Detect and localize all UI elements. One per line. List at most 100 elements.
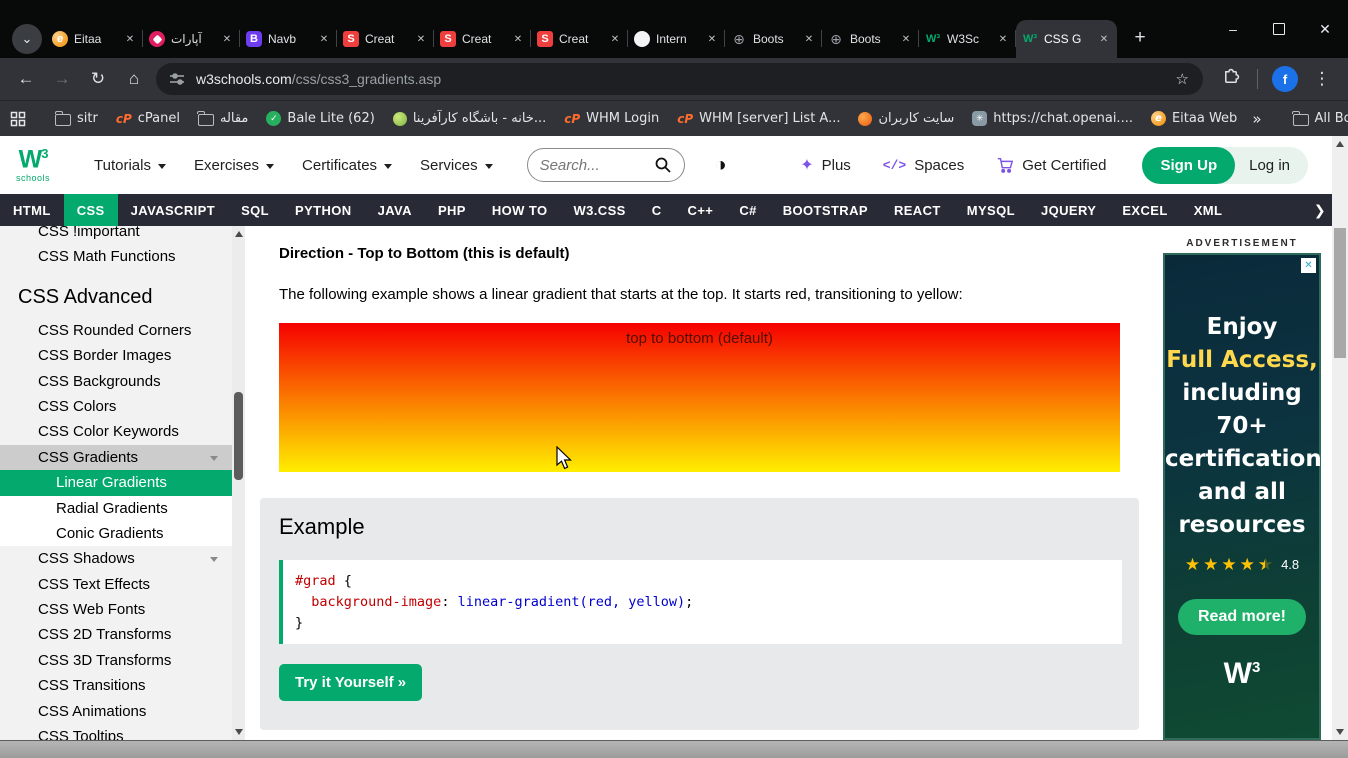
nav-item-html[interactable]: HTML <box>0 194 64 226</box>
scroll-up-icon[interactable] <box>1336 141 1344 147</box>
tab-close-icon[interactable]: ✕ <box>899 34 913 45</box>
read-more-button[interactable]: Read more! <box>1177 599 1307 635</box>
nav-item-jquery[interactable]: JQUERY <box>1028 194 1109 226</box>
nav-item-python[interactable]: PYTHON <box>282 194 365 226</box>
bookmark-item[interactable]: سایت کاربران <box>858 111 954 126</box>
sidebar-item-css-web-fonts[interactable]: CSS Web Fonts <box>0 597 232 622</box>
sidebar-item-css-backgrounds[interactable]: CSS Backgrounds <box>0 369 232 394</box>
sidebar-item-radial-gradients[interactable]: Radial Gradients <box>0 495 232 521</box>
sidebar-scrollbar[interactable] <box>232 226 245 740</box>
nav-item-excel[interactable]: EXCEL <box>1109 194 1180 226</box>
profile-avatar[interactable]: f <box>1272 66 1298 92</box>
tab-close-icon[interactable]: ✕ <box>511 34 525 45</box>
site-search-input[interactable]: Search... <box>526 148 685 182</box>
page-scroll-thumb[interactable] <box>1334 228 1346 358</box>
ad-close-icon[interactable]: ✕ <box>1301 258 1316 273</box>
sidebar-item-conic-gradients[interactable]: Conic Gradients <box>0 520 232 547</box>
nav-item-c[interactable]: C++ <box>675 194 727 226</box>
sidebar-item-css-gradients[interactable]: CSS Gradients <box>0 444 232 471</box>
tab-close-icon[interactable]: ✕ <box>1097 34 1111 45</box>
sidebar-item-css-color-keywords[interactable]: CSS Color Keywords <box>0 419 232 444</box>
nav-item-w3css[interactable]: W3.CSS <box>560 194 638 226</box>
browser-tab[interactable]: S Creat ✕ <box>531 20 628 58</box>
browser-tab[interactable]: S Creat ✕ <box>337 20 434 58</box>
browser-tab[interactable]: S Creat ✕ <box>434 20 531 58</box>
nav-item-java[interactable]: JAVA <box>365 194 425 226</box>
browser-tab[interactable]: آپارات ✕ <box>143 20 240 58</box>
try-it-yourself-button[interactable]: Try it Yourself » <box>279 664 423 701</box>
bookmark-item[interactable]: cP WHM [server] List A... <box>677 111 840 126</box>
tab-close-icon[interactable]: ✕ <box>317 34 331 45</box>
sidebar-item-css-colors[interactable]: CSS Colors <box>0 394 232 419</box>
address-bar[interactable]: w3schools.com/css/css3_gradients.asp ☆ <box>156 63 1203 95</box>
maximize-button[interactable] <box>1256 0 1302 58</box>
back-button[interactable]: ← <box>8 69 44 89</box>
browser-tab[interactable]: e Eitaa ✕ <box>46 20 143 58</box>
page-scrollbar[interactable] <box>1332 136 1348 740</box>
browser-tab[interactable]: B Navb ✕ <box>240 20 337 58</box>
nav-item-css[interactable]: CSS <box>63 194 118 226</box>
tab-close-icon[interactable]: ✕ <box>608 34 622 45</box>
sign-up-button[interactable]: Sign Up <box>1142 146 1236 184</box>
bookmark-item[interactable]: ✳ https://chat.openai.... <box>972 111 1133 126</box>
sidebar-item-css-3d-transforms[interactable]: CSS 3D Transforms <box>0 648 232 673</box>
bookmark-item[interactable]: ✓ Bale Lite (62) <box>266 111 375 126</box>
nav-item-c[interactable]: C# <box>726 194 769 226</box>
sidebar-item-css-important[interactable]: CSS !important <box>0 226 232 244</box>
nav-item-bootstrap[interactable]: BOOTSTRAP <box>770 194 881 226</box>
nav-item-c[interactable]: C <box>639 194 675 226</box>
all-bookmarks-button[interactable]: All Bookmarks <box>1292 110 1348 126</box>
sidebar-item-css-border-images[interactable]: CSS Border Images <box>0 343 232 368</box>
bookmark-item[interactable]: cP cPanel <box>116 111 180 126</box>
tab-search-button[interactable]: ⌄ <box>12 24 42 54</box>
sidebar-item-css-text-effects[interactable]: CSS Text Effects <box>0 572 232 597</box>
menu-tutorials[interactable]: Tutorials <box>94 157 166 174</box>
site-info-icon[interactable] <box>168 70 186 88</box>
browser-tab[interactable]: Intern ✕ <box>628 20 725 58</box>
sidebar-item-css-math-functions[interactable]: CSS Math Functions <box>0 244 232 269</box>
plus-link[interactable]: ✦ Plus <box>800 155 851 175</box>
new-tab-button[interactable]: + <box>1126 24 1154 52</box>
tab-close-icon[interactable]: ✕ <box>123 34 137 45</box>
spaces-link[interactable]: </> Spaces <box>883 157 964 174</box>
nav-item-php[interactable]: PHP <box>425 194 479 226</box>
scroll-down-icon[interactable] <box>1336 729 1344 735</box>
reload-button[interactable]: ↻ <box>80 69 116 89</box>
scroll-down-icon[interactable] <box>234 729 243 735</box>
tab-close-icon[interactable]: ✕ <box>802 34 816 45</box>
dark-mode-toggle-icon[interactable]: ◑ <box>715 154 727 177</box>
advertisement[interactable]: ✕ Enjoy Full Access, including 70+ certifica… <box>1163 253 1335 740</box>
sidebar-item-css-animations[interactable]: CSS Animations <box>0 699 232 724</box>
bookmark-item[interactable]: sitr <box>54 110 98 126</box>
browser-tab[interactable]: ⊕ Boots ✕ <box>822 20 919 58</box>
tab-close-icon[interactable]: ✕ <box>705 34 719 45</box>
sidebar-item-css-tooltips[interactable]: CSS Tooltips <box>0 724 232 740</box>
sidebar-item-linear-gradients[interactable]: Linear Gradients <box>0 470 232 496</box>
nav-item-react[interactable]: REACT <box>881 194 954 226</box>
home-button[interactable]: ⌂ <box>116 69 152 89</box>
nav-item-mysql[interactable]: MYSQL <box>954 194 1028 226</box>
bookmark-item[interactable]: خانه - باشگاه کارآفرینا... <box>392 111 546 126</box>
menu-services[interactable]: Services <box>420 157 493 174</box>
browser-tab[interactable]: W³ W3Sc ✕ <box>919 20 1016 58</box>
browser-tab[interactable]: ⊕ Boots ✕ <box>725 20 822 58</box>
sidebar-item-css-2d-transforms[interactable]: CSS 2D Transforms <box>0 622 232 647</box>
scroll-up-icon[interactable] <box>234 231 243 237</box>
nav-item-javascript[interactable]: JAVASCRIPT <box>118 194 228 226</box>
minimize-button[interactable]: – <box>1210 0 1256 58</box>
sidebar-item-css-transitions[interactable]: CSS Transitions <box>0 673 232 698</box>
browser-menu-icon[interactable]: ⋮ <box>1304 69 1340 89</box>
apps-grid-icon[interactable] <box>10 111 26 127</box>
w3schools-logo[interactable]: W3 schools <box>16 147 50 182</box>
close-window-button[interactable]: ✕ <box>1302 0 1348 58</box>
nav-item-sql[interactable]: SQL <box>228 194 282 226</box>
bookmark-item[interactable]: cP WHM Login <box>564 111 659 126</box>
sidebar-item-css-shadows[interactable]: CSS Shadows <box>0 546 232 571</box>
bookmark-item[interactable]: e Eitaa Web <box>1150 111 1237 126</box>
sidebar-item-css-rounded-corners[interactable]: CSS Rounded Corners <box>0 318 232 343</box>
nav-item-howto[interactable]: HOW TO <box>479 194 561 226</box>
forward-button[interactable]: → <box>44 69 80 89</box>
log-in-button[interactable]: Log in <box>1235 157 1308 174</box>
tab-close-icon[interactable]: ✕ <box>220 34 234 45</box>
sidebar-scroll-thumb[interactable] <box>234 392 243 480</box>
